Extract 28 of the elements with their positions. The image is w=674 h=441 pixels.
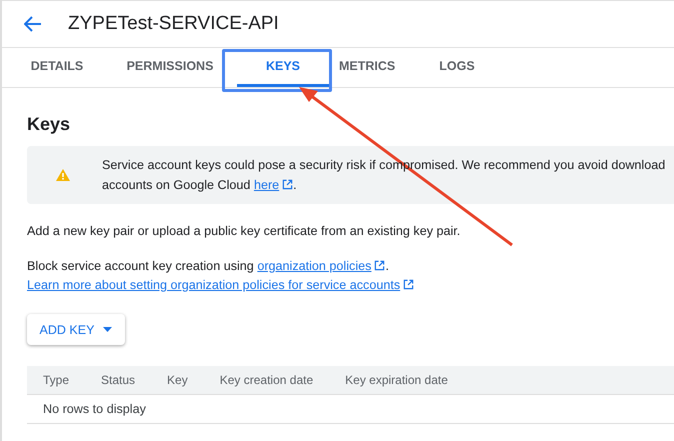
column-header: Type [43, 373, 70, 387]
column-header: Key [167, 373, 188, 387]
tab[interactable]: DETAILS [27, 48, 87, 87]
section-heading: Keys [27, 114, 72, 135]
add-key-button[interactable]: ADD KEY [27, 314, 125, 345]
column-header: Key creation date [220, 373, 314, 387]
external-link-icon [374, 260, 386, 271]
here-link[interactable]: here [254, 178, 280, 192]
warning-icon [56, 169, 70, 181]
column-header: Status [101, 373, 136, 387]
caret-icon [103, 327, 112, 332]
external-link-icon [403, 279, 414, 290]
tab[interactable]: PERMISSIONS [125, 48, 215, 87]
policy-text: Block service account key creation using [27, 259, 254, 273]
intro-text: Add a new key pair or upload a public key certificate from an existing key pair. [27, 224, 462, 238]
period-text: . [293, 178, 297, 192]
back-arrow-icon[interactable] [24, 16, 42, 32]
tab[interactable]: KEYS [237, 48, 329, 87]
period-text: . [385, 259, 389, 273]
page-title: ZYPETest-SERVICE-API [68, 13, 279, 35]
column-header: Key expiration date [345, 373, 448, 387]
learn-more-link[interactable]: Learn more about setting organization policies for service accounts [27, 278, 400, 292]
external-link-icon [282, 179, 294, 190]
tab[interactable]: METRICS [339, 48, 395, 87]
warning-text: accounts on Google Cloud [102, 178, 250, 192]
empty-table-message: No rows to display [27, 395, 674, 424]
organization-policies-link[interactable]: organization policies [257, 259, 372, 273]
tab[interactable]: LOGS [439, 48, 475, 87]
